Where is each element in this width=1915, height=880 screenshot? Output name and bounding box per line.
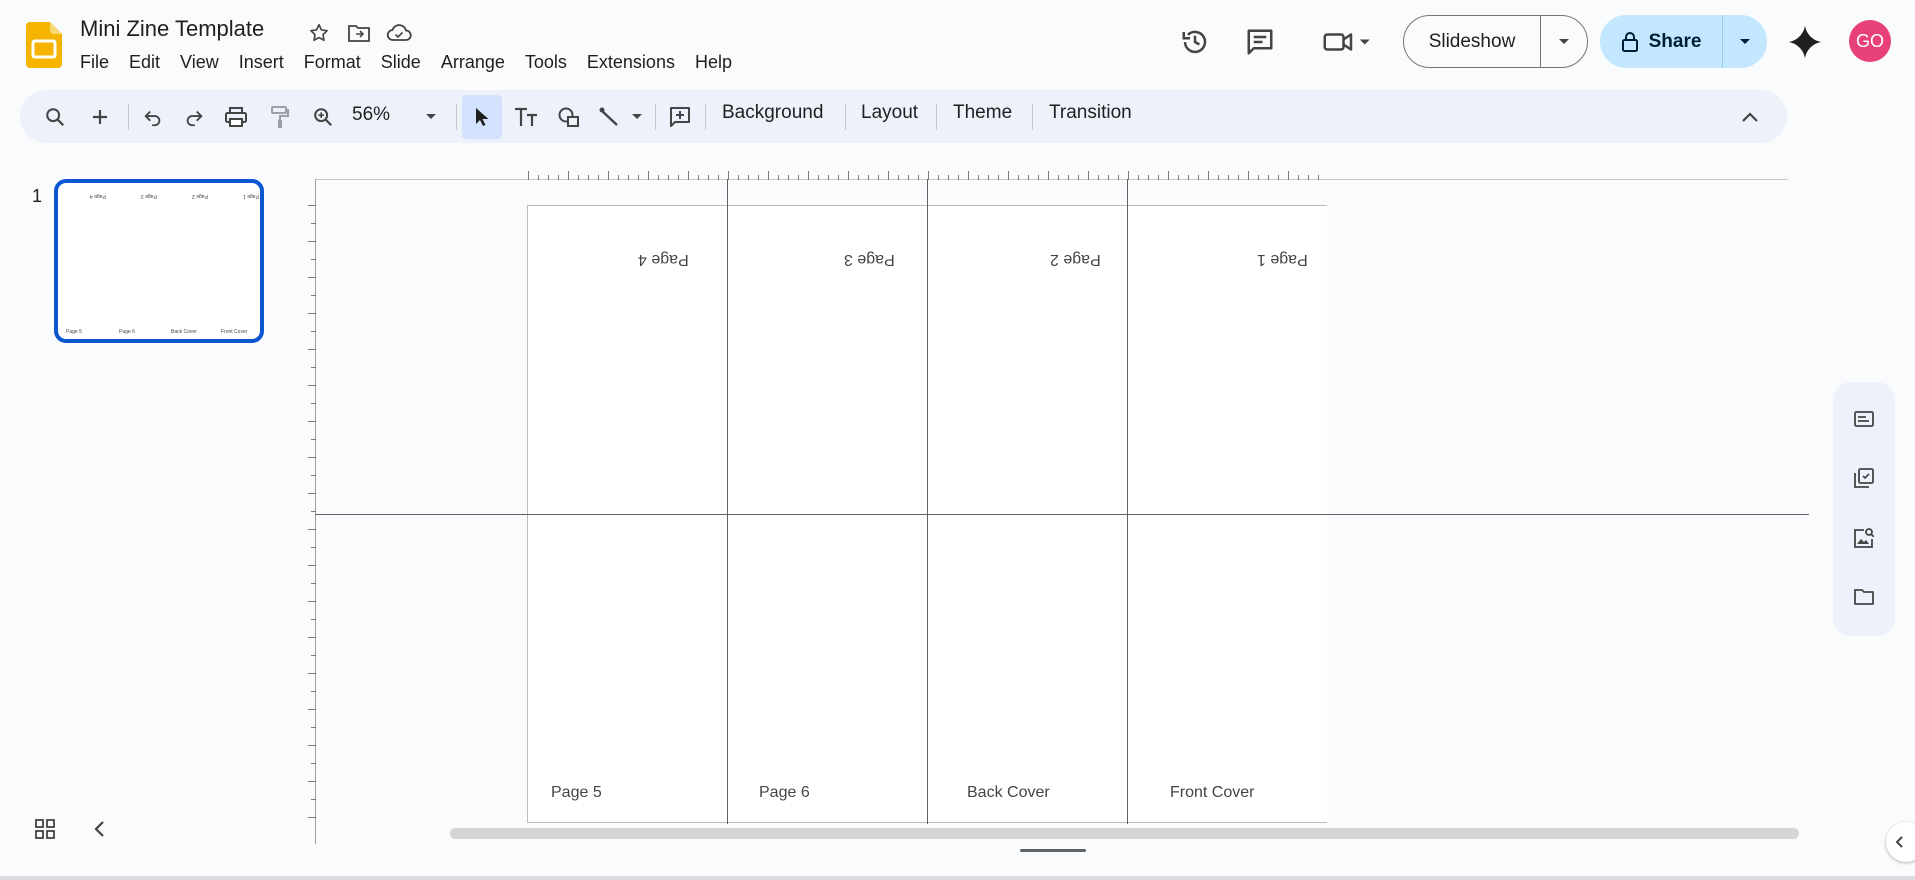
share-label: Share	[1648, 30, 1702, 52]
gemini-sparkle-icon[interactable]	[1787, 24, 1823, 60]
toolbar-divider	[936, 104, 937, 130]
side-panel	[1833, 382, 1895, 636]
toolbar-divider	[128, 104, 129, 130]
menu-format[interactable]: Format	[294, 50, 371, 75]
speaker-notes-drag-handle[interactable]	[1020, 849, 1086, 852]
window-bottom-edge	[0, 876, 1915, 880]
menu-insert[interactable]: Insert	[229, 50, 294, 75]
image-search-icon[interactable]	[1850, 524, 1878, 552]
theme-button[interactable]: Theme	[953, 102, 1012, 124]
slideshow-button-group: Slideshow	[1403, 15, 1588, 68]
chevron-left-icon	[1895, 836, 1903, 848]
fold-guide-vertical[interactable]	[927, 179, 928, 824]
thumb-top-label: Page 4	[90, 193, 106, 199]
version-history-icon[interactable]	[1175, 22, 1215, 62]
share-button[interactable]: Share	[1600, 15, 1723, 68]
horizontal-scrollbar[interactable]	[450, 828, 1799, 839]
shape-icon[interactable]	[552, 100, 586, 134]
vertical-ruler[interactable]	[304, 205, 316, 825]
menu-tools[interactable]: Tools	[515, 50, 577, 75]
toolbar-divider	[705, 104, 706, 130]
page-label-page-2[interactable]: Page 2	[1050, 250, 1101, 268]
print-icon[interactable]	[219, 100, 253, 134]
share-dropdown[interactable]	[1723, 15, 1767, 68]
lock-icon	[1621, 31, 1638, 52]
copy-slides-icon[interactable]	[1850, 464, 1878, 492]
select-tool-icon[interactable]	[462, 95, 502, 139]
star-icon[interactable]	[306, 20, 332, 46]
menu-edit[interactable]: Edit	[119, 50, 170, 75]
slideshow-dropdown[interactable]	[1541, 16, 1587, 67]
line-dropdown[interactable]	[625, 100, 649, 134]
chevron-down-icon	[1740, 38, 1750, 44]
slide-thumbnail[interactable]: Page 4 Page 3 Page 2 Page 1 Page 5 Page …	[54, 179, 264, 343]
fold-guide-vertical[interactable]	[1127, 179, 1128, 824]
slide-number: 1	[32, 186, 43, 206]
thumb-bottom-label: Back Cover	[171, 329, 197, 335]
move-to-folder-icon[interactable]	[346, 20, 372, 46]
search-menus-icon[interactable]	[38, 100, 72, 134]
expand-side-panel-button[interactable]	[1886, 822, 1915, 862]
zoom-dropdown[interactable]	[414, 100, 448, 134]
page-label-back-cover[interactable]: Back Cover	[967, 784, 1050, 802]
toolbar-divider	[1032, 104, 1033, 130]
zoom-level[interactable]: 56%	[352, 104, 390, 126]
menu-extensions[interactable]: Extensions	[577, 50, 685, 75]
page-label-page-4[interactable]: Page 4	[638, 250, 689, 268]
user-avatar[interactable]: GO	[1849, 20, 1891, 62]
line-tool-icon[interactable]	[592, 100, 626, 134]
zoom-icon[interactable]	[306, 100, 340, 134]
hide-filmstrip-icon[interactable]	[92, 818, 106, 845]
new-slide-plus-icon[interactable]	[83, 100, 117, 134]
slideshow-button[interactable]: Slideshow	[1404, 16, 1541, 67]
thumb-top-label: Page 1	[243, 193, 259, 199]
thumb-bottom-label: Page 5	[66, 329, 82, 335]
transition-button[interactable]: Transition	[1049, 102, 1132, 124]
toolbar-divider	[845, 104, 846, 130]
meet-camera-icon[interactable]	[1316, 22, 1376, 62]
page-label-page-3[interactable]: Page 3	[844, 250, 895, 268]
menu-slide[interactable]: Slide	[371, 50, 431, 75]
thumb-bottom-label: Front Cover	[221, 329, 248, 335]
thumb-top-label: Page 3	[141, 193, 157, 199]
comments-icon[interactable]	[1240, 22, 1280, 62]
thumb-top-label: Page 2	[192, 193, 208, 199]
redo-icon[interactable]	[177, 100, 211, 134]
page-label-page-5[interactable]: Page 5	[551, 784, 602, 802]
fold-guide-vertical[interactable]	[727, 179, 728, 824]
menu-bar: File Edit View Insert Format Slide Arran…	[70, 50, 742, 75]
text-box-icon[interactable]	[509, 100, 543, 134]
share-button-group: Share	[1600, 15, 1767, 68]
page-label-page-6[interactable]: Page 6	[759, 784, 810, 802]
folder-icon[interactable]	[1850, 583, 1878, 611]
toolbar-divider	[655, 104, 656, 130]
slides-logo-icon[interactable]	[26, 22, 62, 68]
page-label-front-cover[interactable]: Front Cover	[1170, 784, 1254, 802]
add-comment-icon[interactable]	[663, 100, 697, 134]
document-title[interactable]: Mini Zine Template	[80, 16, 264, 42]
thumb-bottom-label: Page 6	[119, 329, 135, 335]
toolbar-divider	[456, 104, 457, 130]
chevron-down-icon	[1559, 38, 1569, 44]
chevron-down-icon	[632, 114, 642, 119]
cloud-saved-icon[interactable]	[386, 20, 412, 46]
chevron-down-icon	[426, 114, 436, 119]
undo-icon[interactable]	[136, 100, 170, 134]
keep-notes-icon[interactable]	[1850, 405, 1878, 433]
menu-arrange[interactable]: Arrange	[431, 50, 515, 75]
page-label-page-1[interactable]: Page 1	[1257, 250, 1308, 268]
layout-button[interactable]: Layout	[861, 102, 918, 124]
fold-guide-horizontal[interactable]	[315, 514, 1809, 515]
collapse-toolbar-icon[interactable]	[1733, 100, 1767, 134]
grid-view-icon[interactable]	[34, 818, 56, 845]
background-button[interactable]: Background	[722, 102, 823, 124]
menu-file[interactable]: File	[70, 50, 119, 75]
menu-view[interactable]: View	[170, 50, 229, 75]
paint-format-icon[interactable]	[263, 100, 297, 134]
menu-help[interactable]: Help	[685, 50, 742, 75]
